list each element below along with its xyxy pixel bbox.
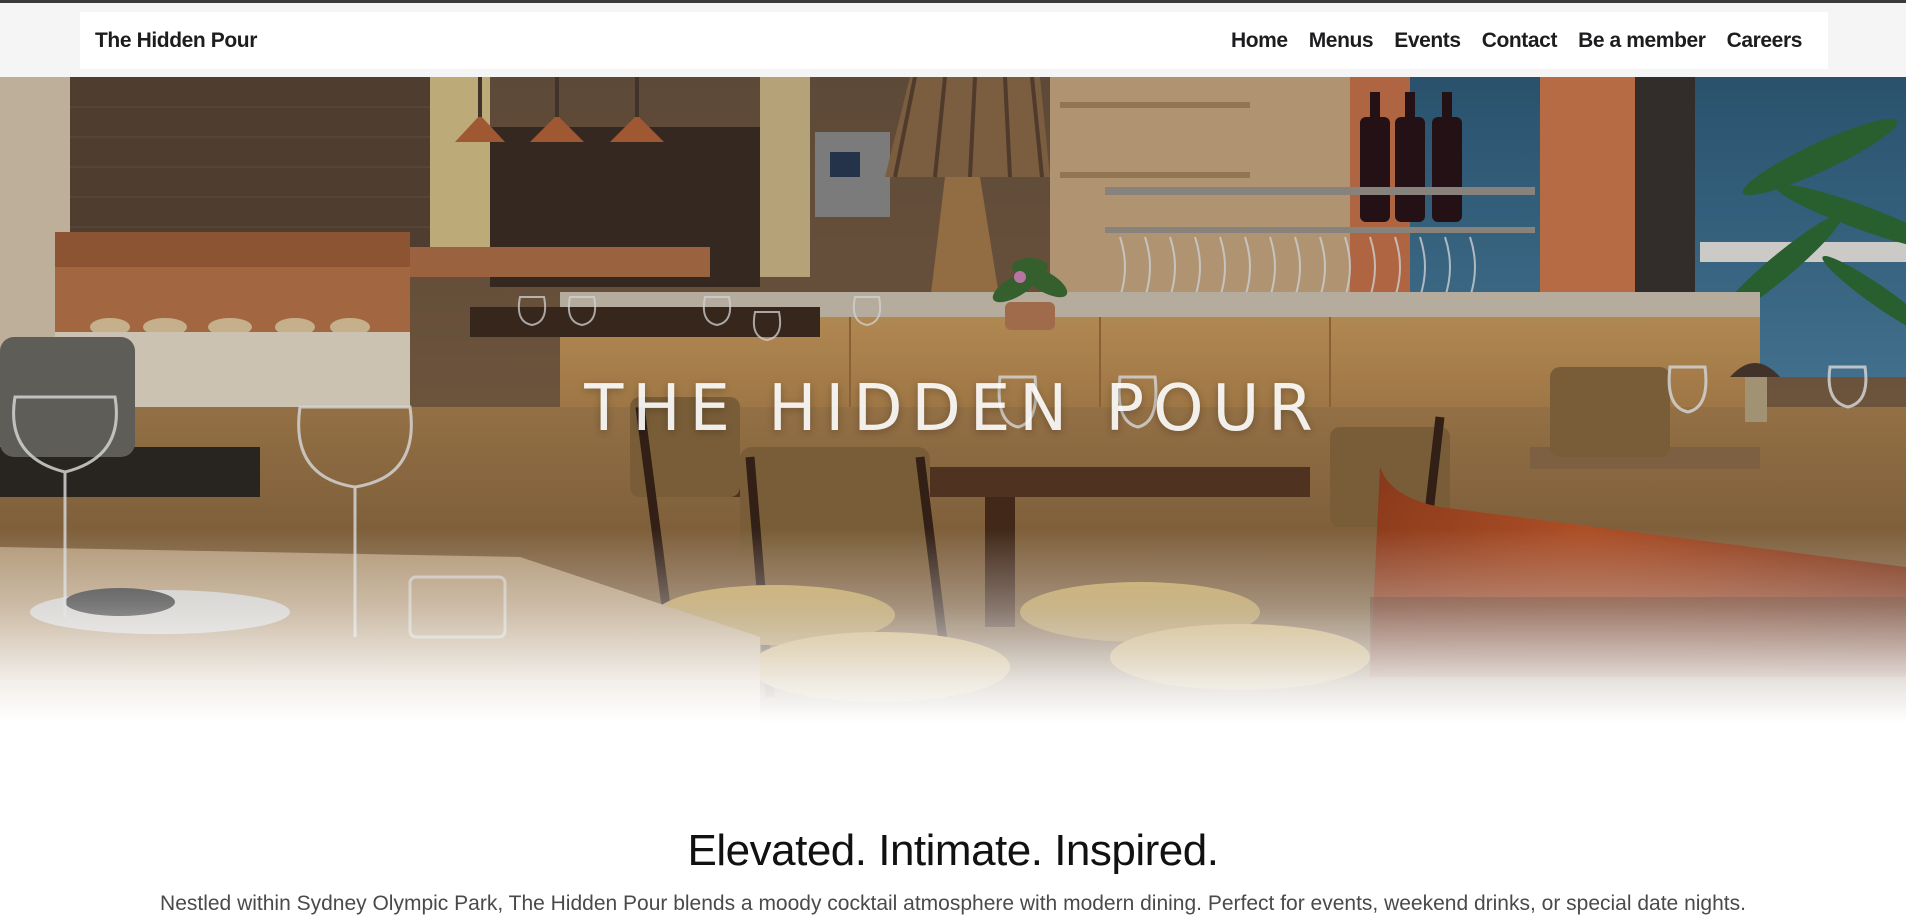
intro-description: Nestled within Sydney Olympic Park, The … — [160, 892, 1746, 915]
brand-logo-link[interactable]: The Hidden Pour — [95, 29, 257, 53]
hero-title: THE HIDDEN POUR — [584, 371, 1322, 446]
nav-link-be-a-member[interactable]: Be a member — [1578, 29, 1706, 53]
navbar: The Hidden Pour Home Menus Events Contac… — [80, 12, 1828, 69]
intro-section: Elevated. Intimate. Inspired. Nestled wi… — [0, 722, 1906, 918]
intro-heading: Elevated. Intimate. Inspired. — [687, 826, 1219, 875]
hero-banner: THE HIDDEN POUR — [0, 77, 1906, 722]
nav-link-menus[interactable]: Menus — [1309, 29, 1374, 53]
main-nav: Home Menus Events Contact Be a member Ca… — [1210, 29, 1802, 53]
nav-link-careers[interactable]: Careers — [1727, 29, 1803, 53]
nav-link-contact[interactable]: Contact — [1482, 29, 1558, 53]
site-header: The Hidden Pour Home Menus Events Contac… — [0, 3, 1906, 77]
nav-link-events[interactable]: Events — [1394, 29, 1461, 53]
nav-link-home[interactable]: Home — [1231, 29, 1288, 53]
